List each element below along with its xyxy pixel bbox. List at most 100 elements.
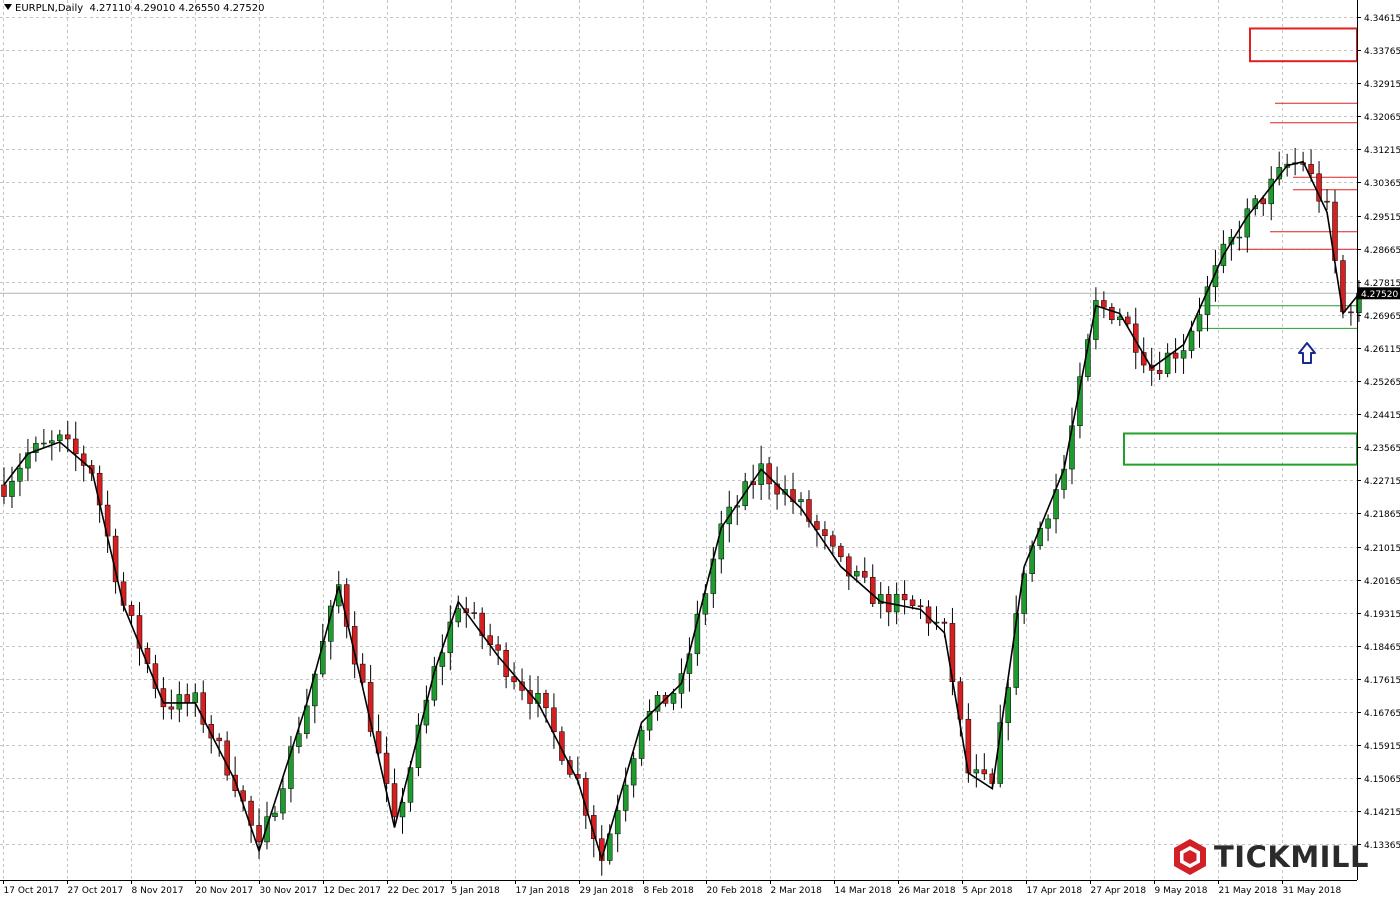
x-tick-label: 22 Dec 2017 (388, 886, 446, 896)
y-tick-label: 4.28665 (1364, 246, 1400, 256)
y-tick-label: 4.15915 (1364, 742, 1400, 752)
y-tick-label: 4.32915 (1364, 80, 1400, 90)
dropdown-triangle-icon[interactable] (4, 4, 12, 10)
candle-bull (1188, 330, 1195, 351)
candle-bear (766, 463, 772, 485)
x-tick-label: 27 Oct 2017 (68, 886, 124, 896)
y-tick-label: 4.22715 (1364, 477, 1400, 487)
candle-bull (41, 442, 47, 445)
candle-bear (216, 737, 222, 742)
candle-bear (869, 576, 876, 604)
x-tick-label: 29 Jan 2018 (580, 886, 634, 896)
candle-bull (57, 434, 63, 441)
candle-bull (280, 788, 286, 814)
candle-bear (1101, 300, 1107, 308)
candle-bear (391, 783, 398, 818)
tickmill-logo-icon (1174, 839, 1206, 875)
x-tick-label: 8 Nov 2017 (132, 886, 184, 896)
y-tick-label: 4.19315 (1364, 610, 1400, 620)
candle-bear (822, 529, 828, 537)
candle-bear (901, 593, 908, 601)
candle-bear (184, 694, 191, 703)
candle-bull (893, 593, 900, 613)
y-tick-label: 4.31215 (1364, 146, 1400, 156)
y-tick-label: 4.23565 (1364, 444, 1400, 454)
candle-bull (192, 692, 199, 703)
y-tick-label: 4.14215 (1364, 808, 1400, 818)
candle-bear (168, 706, 175, 710)
x-tick-label: 27 Apr 2018 (1091, 886, 1147, 896)
x-tick-label: 17 Apr 2018 (1027, 886, 1083, 896)
chart-header: EURPLN,Daily 4.27110 4.29010 4.26550 4.2… (4, 3, 264, 14)
y-tick-label: 4.13365 (1364, 841, 1400, 851)
candle-bull (176, 694, 183, 710)
candle-bull (622, 784, 629, 811)
y-tick-label: 4.30365 (1364, 179, 1400, 189)
candle-bear (862, 571, 868, 578)
candle-bear (1, 484, 7, 497)
x-tick-label: 26 Mar 2018 (899, 886, 956, 896)
y-tick-label: 4.18465 (1364, 643, 1400, 653)
candle-bear (1172, 352, 1179, 359)
x-tick-label: 8 Feb 2018 (644, 886, 695, 896)
candle-bear (1109, 307, 1115, 321)
candle-bull (1196, 314, 1203, 332)
candle-bear (65, 434, 71, 440)
candle-bull (296, 733, 302, 747)
x-tick-label: 20 Feb 2018 (707, 886, 763, 896)
candle-bear (1308, 164, 1314, 175)
y-tick-label: 4.32065 (1364, 113, 1400, 123)
candle-bull (670, 693, 677, 704)
x-tick-label: 14 Mar 2018 (835, 886, 892, 896)
y-tick-label: 4.24415 (1364, 411, 1400, 421)
current-price-label: 4.27520 (1361, 290, 1398, 300)
x-tick-label: 20 Nov 2017 (196, 886, 254, 896)
tickmill-logo: TICKMILL (1172, 838, 1369, 876)
candle-bull (638, 729, 645, 759)
candle-bear (1156, 370, 1163, 374)
candle-bear (128, 605, 135, 616)
x-tick-label: 12 Dec 2017 (324, 886, 382, 896)
candle-bull (614, 810, 621, 835)
candle-bull (1045, 518, 1051, 529)
candle-bear (72, 438, 79, 455)
x-tick-label: 17 Oct 2017 (4, 886, 60, 896)
logo-text: TICKMILL (1214, 840, 1369, 874)
y-tick-label: 4.16765 (1364, 709, 1400, 719)
candle-bull (630, 758, 637, 786)
candle-bull (798, 499, 804, 503)
candle-bull (9, 481, 15, 497)
y-tick-label: 4.25265 (1364, 378, 1400, 388)
candle-bear (383, 752, 390, 784)
candle-bear (838, 545, 844, 558)
candle-bear (1348, 311, 1354, 314)
candle-bull (1180, 350, 1187, 359)
x-tick-label: 5 Jan 2018 (452, 886, 500, 896)
y-tick-label: 4.34615 (1364, 14, 1400, 24)
symbol-label: EURPLN,Daily (15, 3, 84, 14)
y-tick-label: 4.21865 (1364, 510, 1400, 520)
candle-bull (1236, 236, 1243, 239)
x-tick-label: 5 Apr 2018 (963, 886, 1013, 896)
candle-bull (49, 440, 55, 444)
x-tick-label: 21 May 2018 (1219, 886, 1278, 896)
candle-bull (455, 608, 462, 623)
candle-bull (973, 769, 980, 774)
candle-bear (1324, 200, 1330, 203)
candle-bear (120, 581, 127, 606)
ohlc-values: 4.27110 4.29010 4.26550 4.27520 (89, 3, 265, 14)
candle-bull (17, 467, 23, 482)
candle-bear (551, 707, 557, 732)
x-tick-label: 30 Nov 2017 (260, 886, 318, 896)
candle-bear (495, 644, 501, 651)
candle-bear (471, 612, 477, 614)
x-tick-label: 9 May 2018 (1155, 886, 1208, 896)
candle-bull (758, 463, 764, 485)
x-tick-label: 2 Mar 2018 (771, 886, 823, 896)
candle-bear (917, 605, 924, 608)
x-tick-label: 17 Jan 2018 (516, 886, 570, 896)
y-tick-label: 4.26965 (1364, 312, 1400, 322)
y-tick-label: 4.15065 (1364, 775, 1400, 785)
y-tick-label: 4.17615 (1364, 676, 1400, 686)
candle-bull (272, 812, 278, 817)
